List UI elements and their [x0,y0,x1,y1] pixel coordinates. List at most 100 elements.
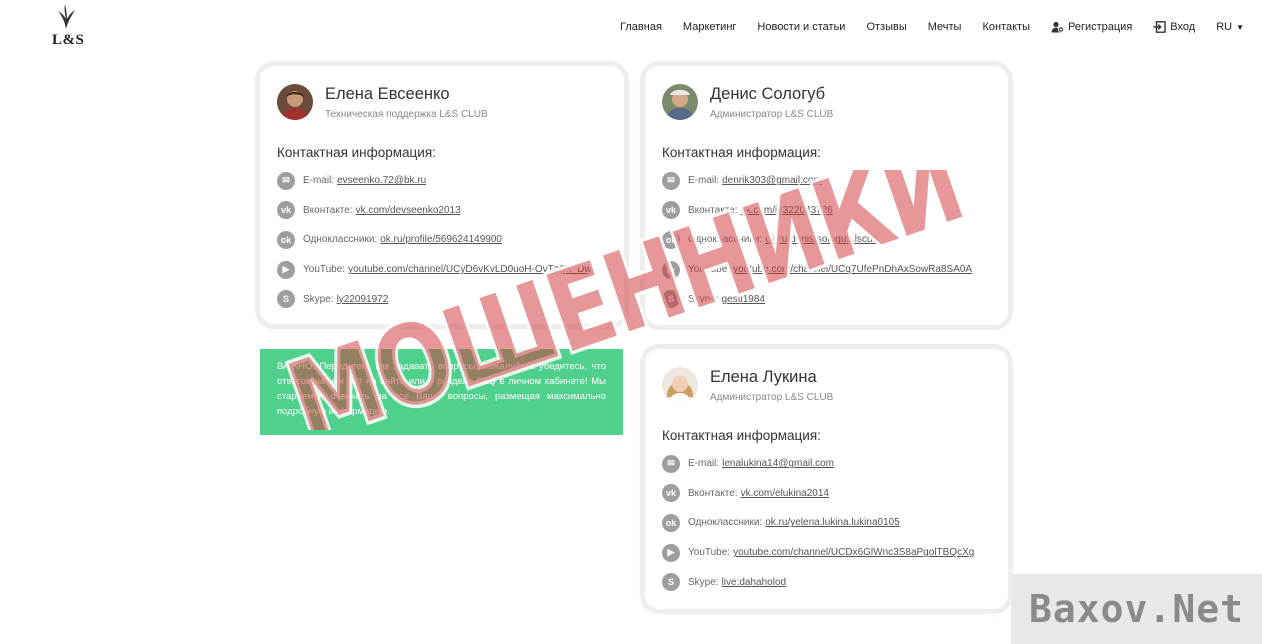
contact-role: Администратор L&S CLUB [710,392,834,403]
row-label: Skype: [688,293,719,305]
row-label: Одноклассники: [688,517,763,529]
vk-link[interactable]: vk.com/elukina2014 [741,488,829,499]
row-label: E-mail: [303,175,335,187]
contact-row-skype: S Skype: gesti1984 [662,284,972,314]
row-label: YouTube: [688,264,731,276]
row-label: Вконтакте: [688,204,738,216]
language-label: RU [1216,21,1233,33]
row-label: Вконтакте: [688,487,738,499]
site-watermark: Baxov.Net [1011,574,1262,644]
youtube-link[interactable]: youtube.com/channel/UCyD6vKvLD0uoH-OvTzQ… [348,264,591,275]
caret-down-icon: ▼ [1236,22,1244,32]
vk-link[interactable]: vk.com/id322043726 [741,205,833,216]
vk-icon: vk [662,484,680,503]
nav-marketing[interactable]: Маркетинг [683,21,736,33]
odnoklassniki-icon: ok [662,513,680,532]
nav-label: Мечты [927,21,962,33]
login-icon [1153,21,1166,33]
youtube-icon: ▶ [662,260,680,279]
contact-row-ok: ok Одноклассники: ok.ru/denis.sologub.lscu… [662,225,972,255]
add-user-icon [1051,21,1064,33]
contact-info-heading: Контактная информация: [277,145,436,160]
vk-icon: vk [662,201,680,220]
avatar [277,84,313,120]
vk-icon: vk [277,201,295,220]
contact-row-vk: vk Вконтакте: vk.com/id322043726 [662,196,972,226]
skype-link[interactable]: ly22091972 [337,294,389,305]
contact-card: Елена Евсеенко Техническая поддержка L&S… [260,66,624,324]
row-label: E-mail: [688,175,720,187]
ok-link[interactable]: ok.ru/denis.sologub.lscub [765,234,878,245]
contact-name: Денис Сологуб [710,85,826,103]
ok-link[interactable]: ok.ru/profile/569624149900 [380,234,502,245]
contact-row-vk: vk Вконтакте: vk.com/devseenko2013 [277,196,592,226]
skype-link[interactable]: gesti1984 [722,294,765,305]
row-label: Одноклассники: [688,234,763,246]
important-notice: ВАЖНО! Перед тем, как задавать вопросы, … [260,349,623,435]
contact-info-heading: Контактная информация: [662,145,821,160]
contact-row-skype: S Skype: live:dahaholod [662,567,974,597]
contact-row-youtube: ▶ YouTube: youtube.com/channel/UCyD6vKvLD0… [277,255,592,285]
contact-name: Елена Евсеенко [325,85,450,103]
row-label: Вконтакте: [303,204,353,216]
nav-register[interactable]: Регистрация [1051,21,1132,33]
skype-icon: S [662,290,680,309]
skype-icon: S [277,290,295,309]
logo-feather-icon [58,4,75,29]
contact-row-email: ✉ E-mail: lenalukina14@gmail.com [662,449,974,479]
contact-row-email: ✉ E-mail: denrik303@gmail.com [662,166,972,196]
nav-login[interactable]: Вход [1153,21,1195,33]
avatar [662,84,698,120]
contact-row-vk: vk Вконтакте: vk.com/elukina2014 [662,479,974,509]
email-icon: ✉ [277,171,295,190]
row-label: YouTube: [303,264,346,276]
nav-label: Регистрация [1067,21,1133,33]
odnoklassniki-icon: ok [662,230,680,249]
ok-link[interactable]: ok.ru/yelena.lukina.lukina0105 [765,517,900,528]
contact-row-youtube: ▶ YouTube: youtube.com/channel/UCDx6GlWnc3… [662,538,974,568]
avatar [662,367,698,403]
nav-label: Отзывы [866,21,907,33]
row-label: E-mail: [688,458,720,470]
email-link[interactable]: lenalukina14@gmail.com [722,458,834,469]
email-icon: ✉ [662,171,680,190]
language-select[interactable]: RU ▼ [1216,21,1244,33]
contact-info-heading: Контактная информация: [662,428,821,443]
contact-row-email: ✉ E-mail: evseenko.72@bk.ru [277,166,592,196]
youtube-link[interactable]: youtube.com/channel/UCq7UfePnDhAxSowRa8S… [733,264,972,275]
contact-row-skype: S Skype: ly22091972 [277,284,592,314]
skype-icon: S [662,573,680,592]
nav-contacts[interactable]: Контакты [982,21,1030,33]
nav-label: Маркетинг [682,21,737,33]
row-label: YouTube: [688,547,731,559]
youtube-icon: ▶ [662,543,680,562]
youtube-link[interactable]: youtube.com/channel/UCDx6GlWnc3S8aPgolTB… [733,547,974,558]
main-nav: Главная Маркетинг Новости и статьи Отзыв… [620,19,1244,35]
contact-card: Елена Лукина Администратор L&S CLUB Конт… [645,349,1008,609]
contact-role: Техническая поддержка L&S CLUB [325,109,488,120]
vk-link[interactable]: vk.com/devseenko2013 [356,205,461,216]
contact-row-ok: ok Одноклассники: ok.ru/yelena.lukina.luki… [662,508,974,538]
watermark-text: Baxov.Net [1029,587,1244,631]
email-link[interactable]: evseenko.72@bk.ru [337,175,426,186]
email-link[interactable]: denrik303@gmail.com [722,175,822,186]
email-icon: ✉ [662,454,680,473]
nav-dreams[interactable]: Мечты [928,21,962,33]
contact-row-youtube: ▶ YouTube: youtube.com/channel/UCq7UfePnDh… [662,255,972,285]
skype-link[interactable]: live:dahaholod [722,577,787,588]
nav-label: Новости и статьи [757,21,846,33]
nav-reviews[interactable]: Отзывы [866,21,906,33]
row-label: Одноклассники: [303,234,378,246]
contact-name: Елена Лукина [710,368,817,386]
logo-text: L&S [52,32,85,48]
contact-row-ok: ok Одноклассники: ok.ru/profile/5696241499… [277,225,592,255]
nav-home[interactable]: Главная [620,21,662,33]
logo[interactable]: L&S [48,2,84,48]
row-label: Skype: [688,576,719,588]
nav-news[interactable]: Новости и статьи [757,21,845,33]
nav-label: Вход [1170,21,1196,33]
contact-role: Администратор L&S CLUB [710,109,834,120]
nav-label: Контакты [982,21,1030,33]
contact-card: Денис Сологуб Администратор L&S CLUB Кон… [645,66,1008,325]
odnoklassniki-icon: ok [277,230,295,249]
